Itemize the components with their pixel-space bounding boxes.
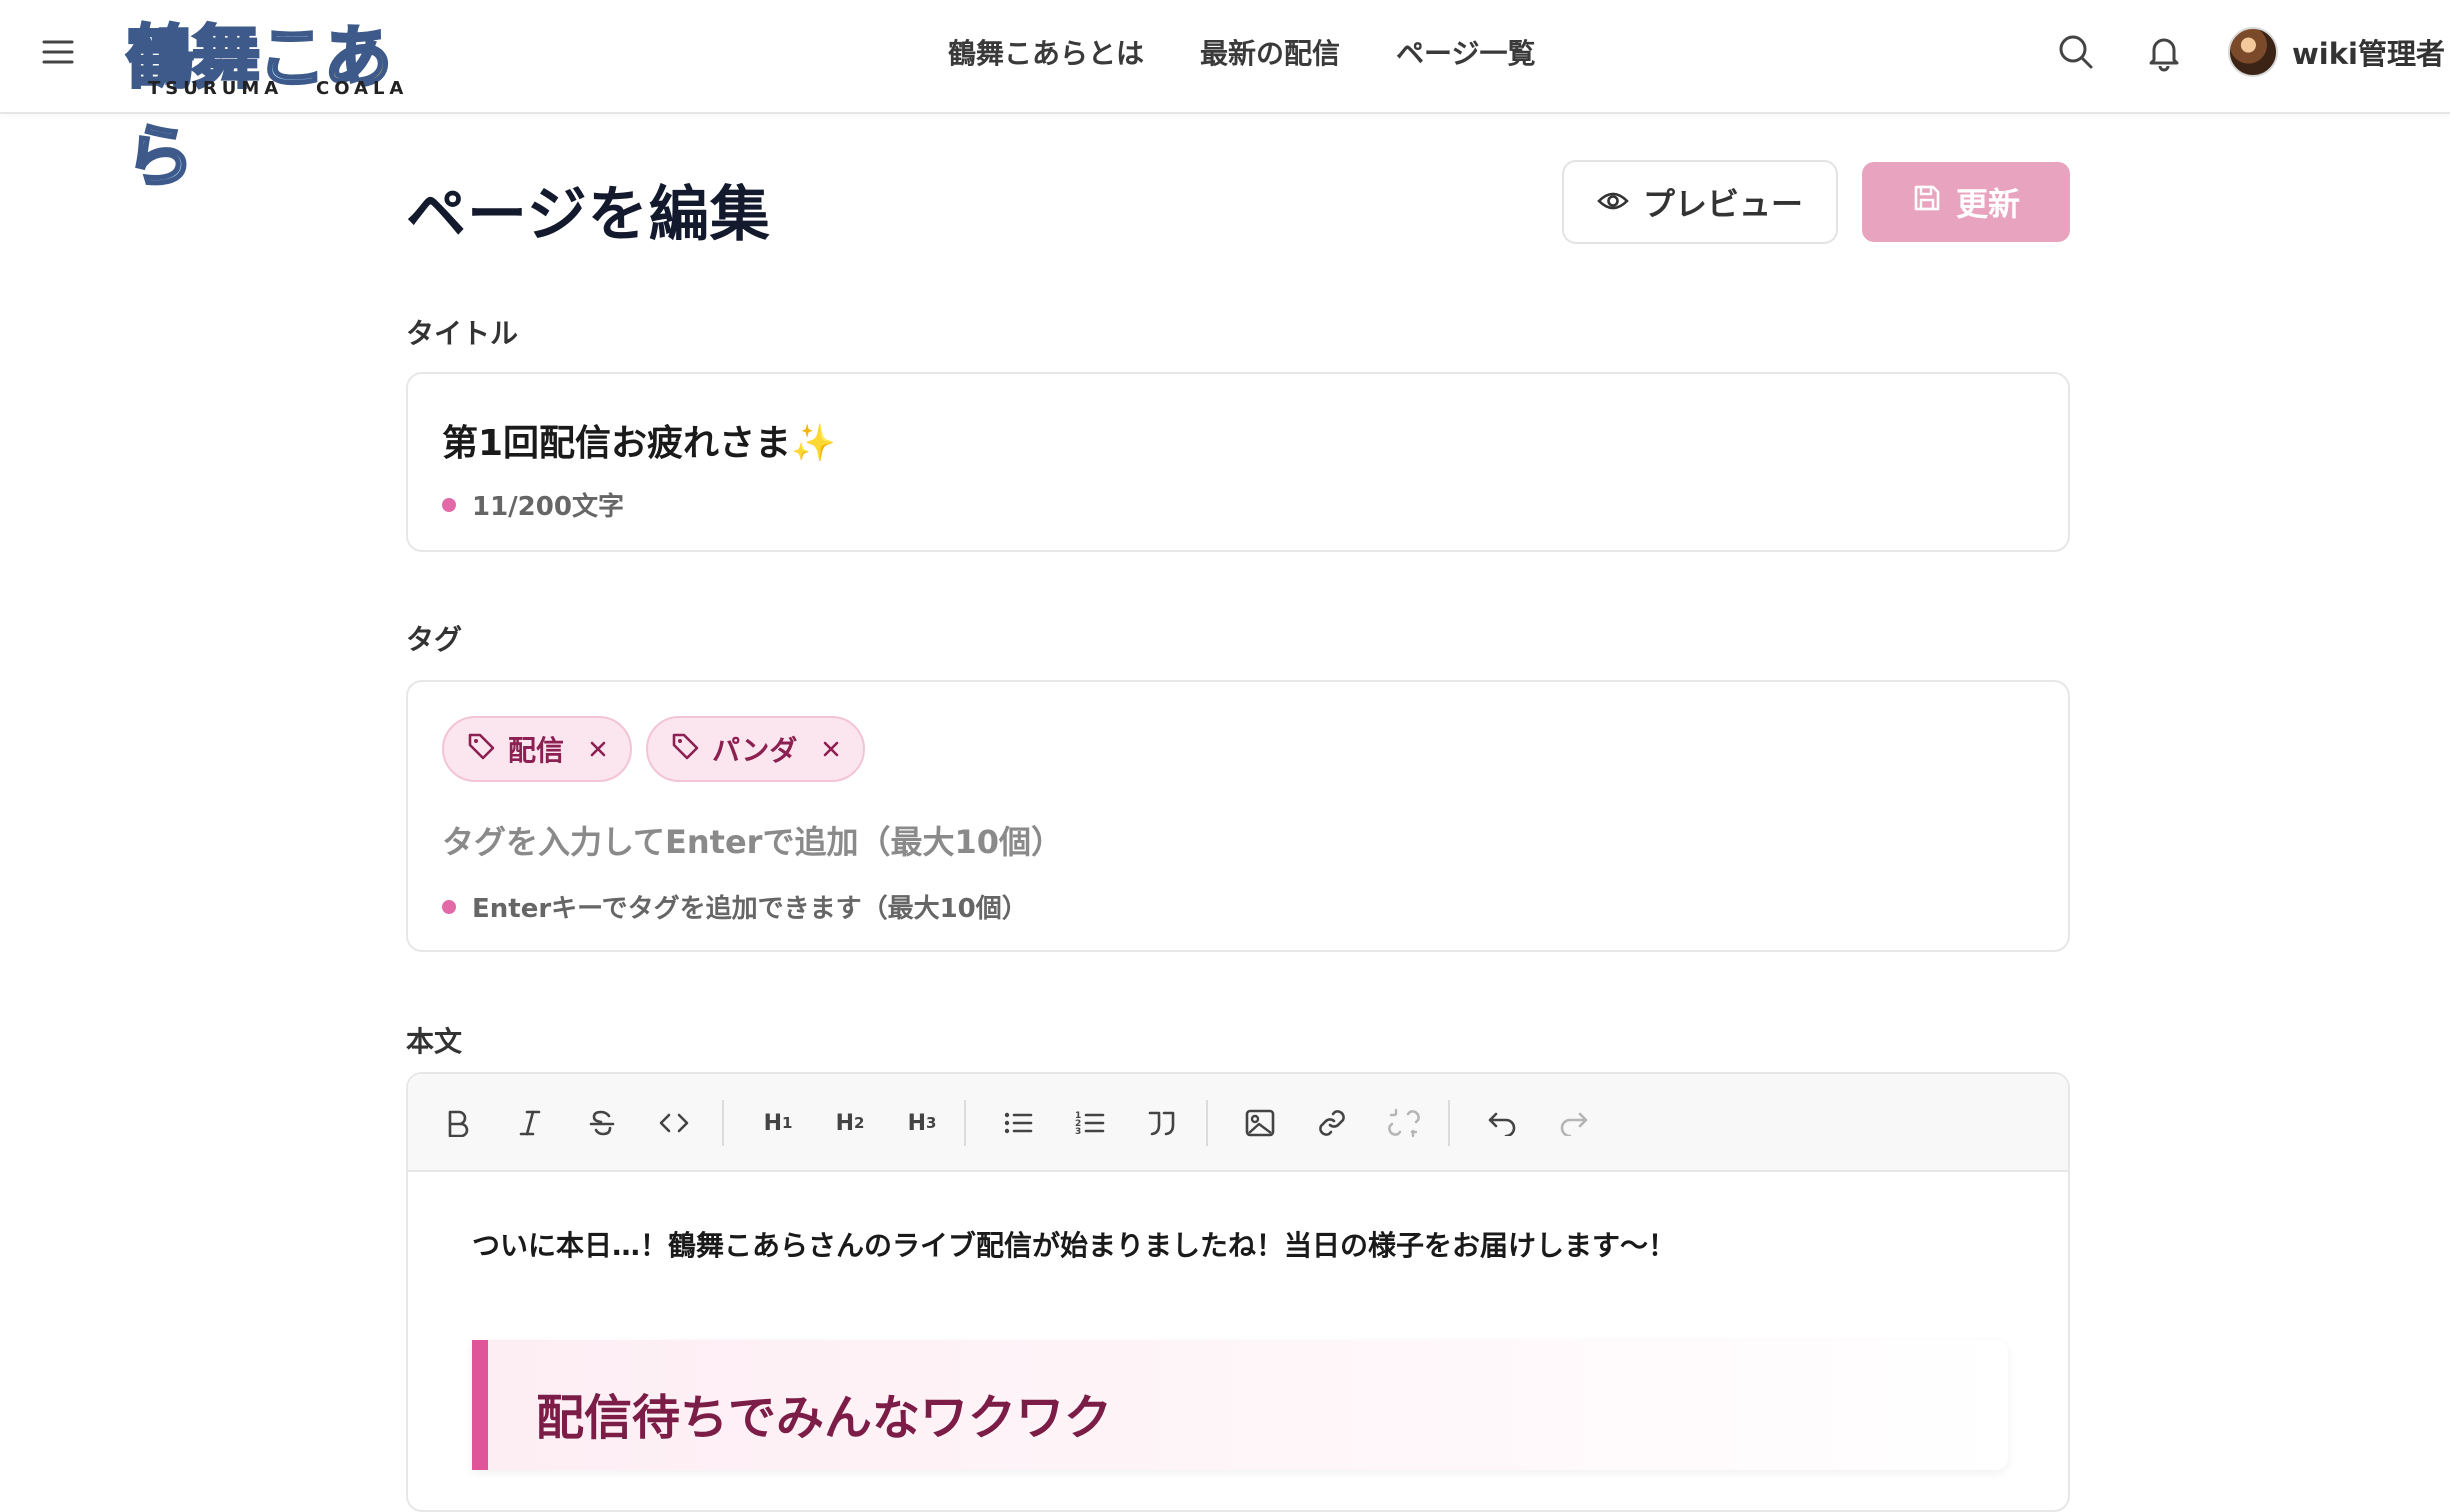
svg-text:3: 3 xyxy=(1075,1127,1081,1136)
bullet-list-icon[interactable] xyxy=(994,1099,1042,1147)
link-icon[interactable] xyxy=(1308,1099,1356,1147)
status-dot-icon xyxy=(442,899,456,914)
heading-1-icon[interactable]: H1 xyxy=(754,1099,802,1147)
tag-hint: Enterキーでタグを追加できます（最大10個） xyxy=(442,888,1028,925)
code-icon[interactable] xyxy=(650,1099,698,1147)
image-icon[interactable] xyxy=(1236,1099,1284,1147)
callout-heading-text: 配信待ちでみんなワクワク xyxy=(536,1390,1113,1446)
user-menu[interactable]: wiki管理者 xyxy=(2228,25,2445,79)
rich-text-editor: H1 H2 H3 123 ついに本日…！鶴舞こあらさんのライブ配信が始まりました… xyxy=(406,1072,2070,1512)
title-card: 11/200文字 xyxy=(406,372,2070,552)
unlink-icon[interactable] xyxy=(1380,1099,1428,1147)
ordered-list-icon[interactable]: 123 xyxy=(1066,1099,1114,1147)
title-input[interactable] xyxy=(442,412,2032,468)
remove-tag-close-icon[interactable] xyxy=(588,739,608,759)
hamburger-menu-icon[interactable] xyxy=(36,30,80,74)
update-button[interactable]: 更新 xyxy=(1862,162,2070,242)
remove-tag-close-icon[interactable] xyxy=(821,739,841,759)
tag-icon xyxy=(670,731,700,768)
nav-link-latest-streams[interactable]: 最新の配信 xyxy=(1200,32,1340,72)
notification-bell-icon[interactable] xyxy=(2140,28,2188,76)
tag-chip: パンダ xyxy=(646,716,866,782)
editor-toolbar: H1 H2 H3 123 xyxy=(408,1074,2068,1172)
tag-section-label: タグ xyxy=(406,623,463,656)
body-section-label: 本文 xyxy=(406,1025,463,1058)
tag-hint-text: Enterキーでタグを追加できます（最大10個） xyxy=(472,894,1028,924)
title-counter-hint: 11/200文字 xyxy=(442,486,624,523)
preview-button-label: プレビュー xyxy=(1642,185,1803,223)
tag-chip: 配信 xyxy=(442,716,633,782)
editor-heading-callout[interactable]: 配信待ちでみんなワクワク xyxy=(472,1340,2008,1470)
bold-icon[interactable] xyxy=(434,1099,482,1147)
main-nav: 鶴舞こあらとは 最新の配信 ページ一覧 xyxy=(948,30,1535,74)
italic-icon[interactable] xyxy=(506,1099,554,1147)
tag-card: 配信 パンダ Enterキーでタグを追加できます（最大10個） xyxy=(406,680,2070,952)
redo-icon[interactable] xyxy=(1550,1099,1598,1147)
nav-link-page-list[interactable]: ページ一覧 xyxy=(1396,32,1535,72)
user-name: wiki管理者 xyxy=(2292,37,2445,71)
top-header: 鶴舞こあら TSURUMA COALA 鶴舞こあらとは 最新の配信 ページ一覧 … xyxy=(0,0,2450,199)
tag-input[interactable] xyxy=(442,814,2032,870)
tag-icon xyxy=(466,731,496,768)
heading-2-icon[interactable]: H2 xyxy=(826,1099,874,1147)
blockquote-icon[interactable] xyxy=(1138,1099,1186,1147)
eye-icon xyxy=(1597,183,1629,221)
title-section-label: タイトル xyxy=(406,317,519,350)
logo-subtext-left: TSURUMA xyxy=(148,78,284,99)
tag-chip-label: 配信 xyxy=(508,734,565,767)
nav-link-about[interactable]: 鶴舞こあらとは xyxy=(948,32,1144,72)
logo-subtext-right: COALA xyxy=(316,78,409,99)
preview-button[interactable]: プレビュー xyxy=(1562,160,1838,244)
avatar xyxy=(2228,27,2278,77)
status-dot-icon xyxy=(442,497,456,512)
tag-chip-label: パンダ xyxy=(712,734,798,767)
heading-3-icon[interactable]: H3 xyxy=(898,1099,946,1147)
strikethrough-icon[interactable] xyxy=(578,1099,626,1147)
save-icon xyxy=(1912,183,1942,221)
update-button-label: 更新 xyxy=(1955,185,2020,223)
title-character-count: 11/200文字 xyxy=(472,492,624,522)
site-logo[interactable]: 鶴舞こあら TSURUMA COALA xyxy=(124,2,456,199)
search-icon[interactable] xyxy=(2052,28,2100,76)
page-title: ページを編集 xyxy=(406,180,771,250)
undo-icon[interactable] xyxy=(1478,1099,1526,1147)
editor-paragraph[interactable]: ついに本日…！鶴舞こあらさんのライブ配信が始まりましたね！当日の様子をお届けしま… xyxy=(472,1224,1676,1264)
